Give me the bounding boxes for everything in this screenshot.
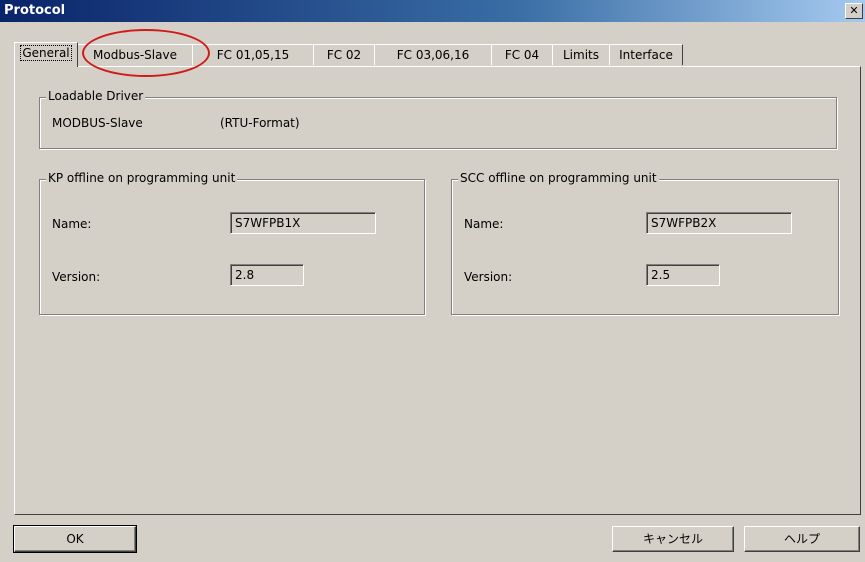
tab-fc-03-06-16[interactable]: FC 03,06,16 [374,44,492,65]
scc-offline-legend: SCC offline on programming unit [458,171,659,185]
scc-offline-group: SCC offline on programming unit Name: S7… [451,171,839,315]
tab-interface[interactable]: Interface [609,44,683,65]
close-button[interactable]: ✕ [845,3,863,19]
tab-general[interactable]: General [14,42,78,67]
tab-fc-01-05-15[interactable]: FC 01,05,15 [192,44,314,65]
driver-name: MODBUS-Slave [52,116,143,130]
cancel-button[interactable]: キャンセル [612,526,734,552]
kp-version-label: Version: [52,270,101,284]
kp-name-label: Name: [52,217,92,231]
driver-format: (RTU-Format) [220,116,300,130]
window-title: Protocol [4,3,66,18]
loadable-driver-group: Loadable Driver MODBUS-Slave (RTU-Format… [39,89,837,149]
loadable-driver-legend: Loadable Driver [46,89,146,103]
kp-offline-group: KP offline on programming unit Name: S7W… [39,171,425,315]
kp-offline-legend: KP offline on programming unit [46,171,238,185]
ok-button[interactable]: OK [13,525,137,553]
tab-panel-general: Loadable Driver MODBUS-Slave (RTU-Format… [14,66,861,515]
tab-modbus-slave[interactable]: Modbus-Slave [77,44,193,65]
title-bar[interactable]: Protocol ✕ [0,0,865,22]
help-button[interactable]: ヘルプ [744,526,860,552]
tab-limits[interactable]: Limits [552,44,610,65]
kp-name-field: S7WFPB1X [230,212,376,234]
scc-version-label: Version: [464,270,513,284]
tab-fc-04[interactable]: FC 04 [491,44,553,65]
protocol-dialog: Protocol ✕ General Modbus-Slave FC 01,05… [0,0,865,562]
kp-version-field: 2.8 [230,264,304,286]
scc-name-label: Name: [464,217,504,231]
scc-name-field: S7WFPB2X [646,212,792,234]
scc-version-field: 2.5 [646,264,720,286]
tab-fc-02[interactable]: FC 02 [313,44,375,65]
